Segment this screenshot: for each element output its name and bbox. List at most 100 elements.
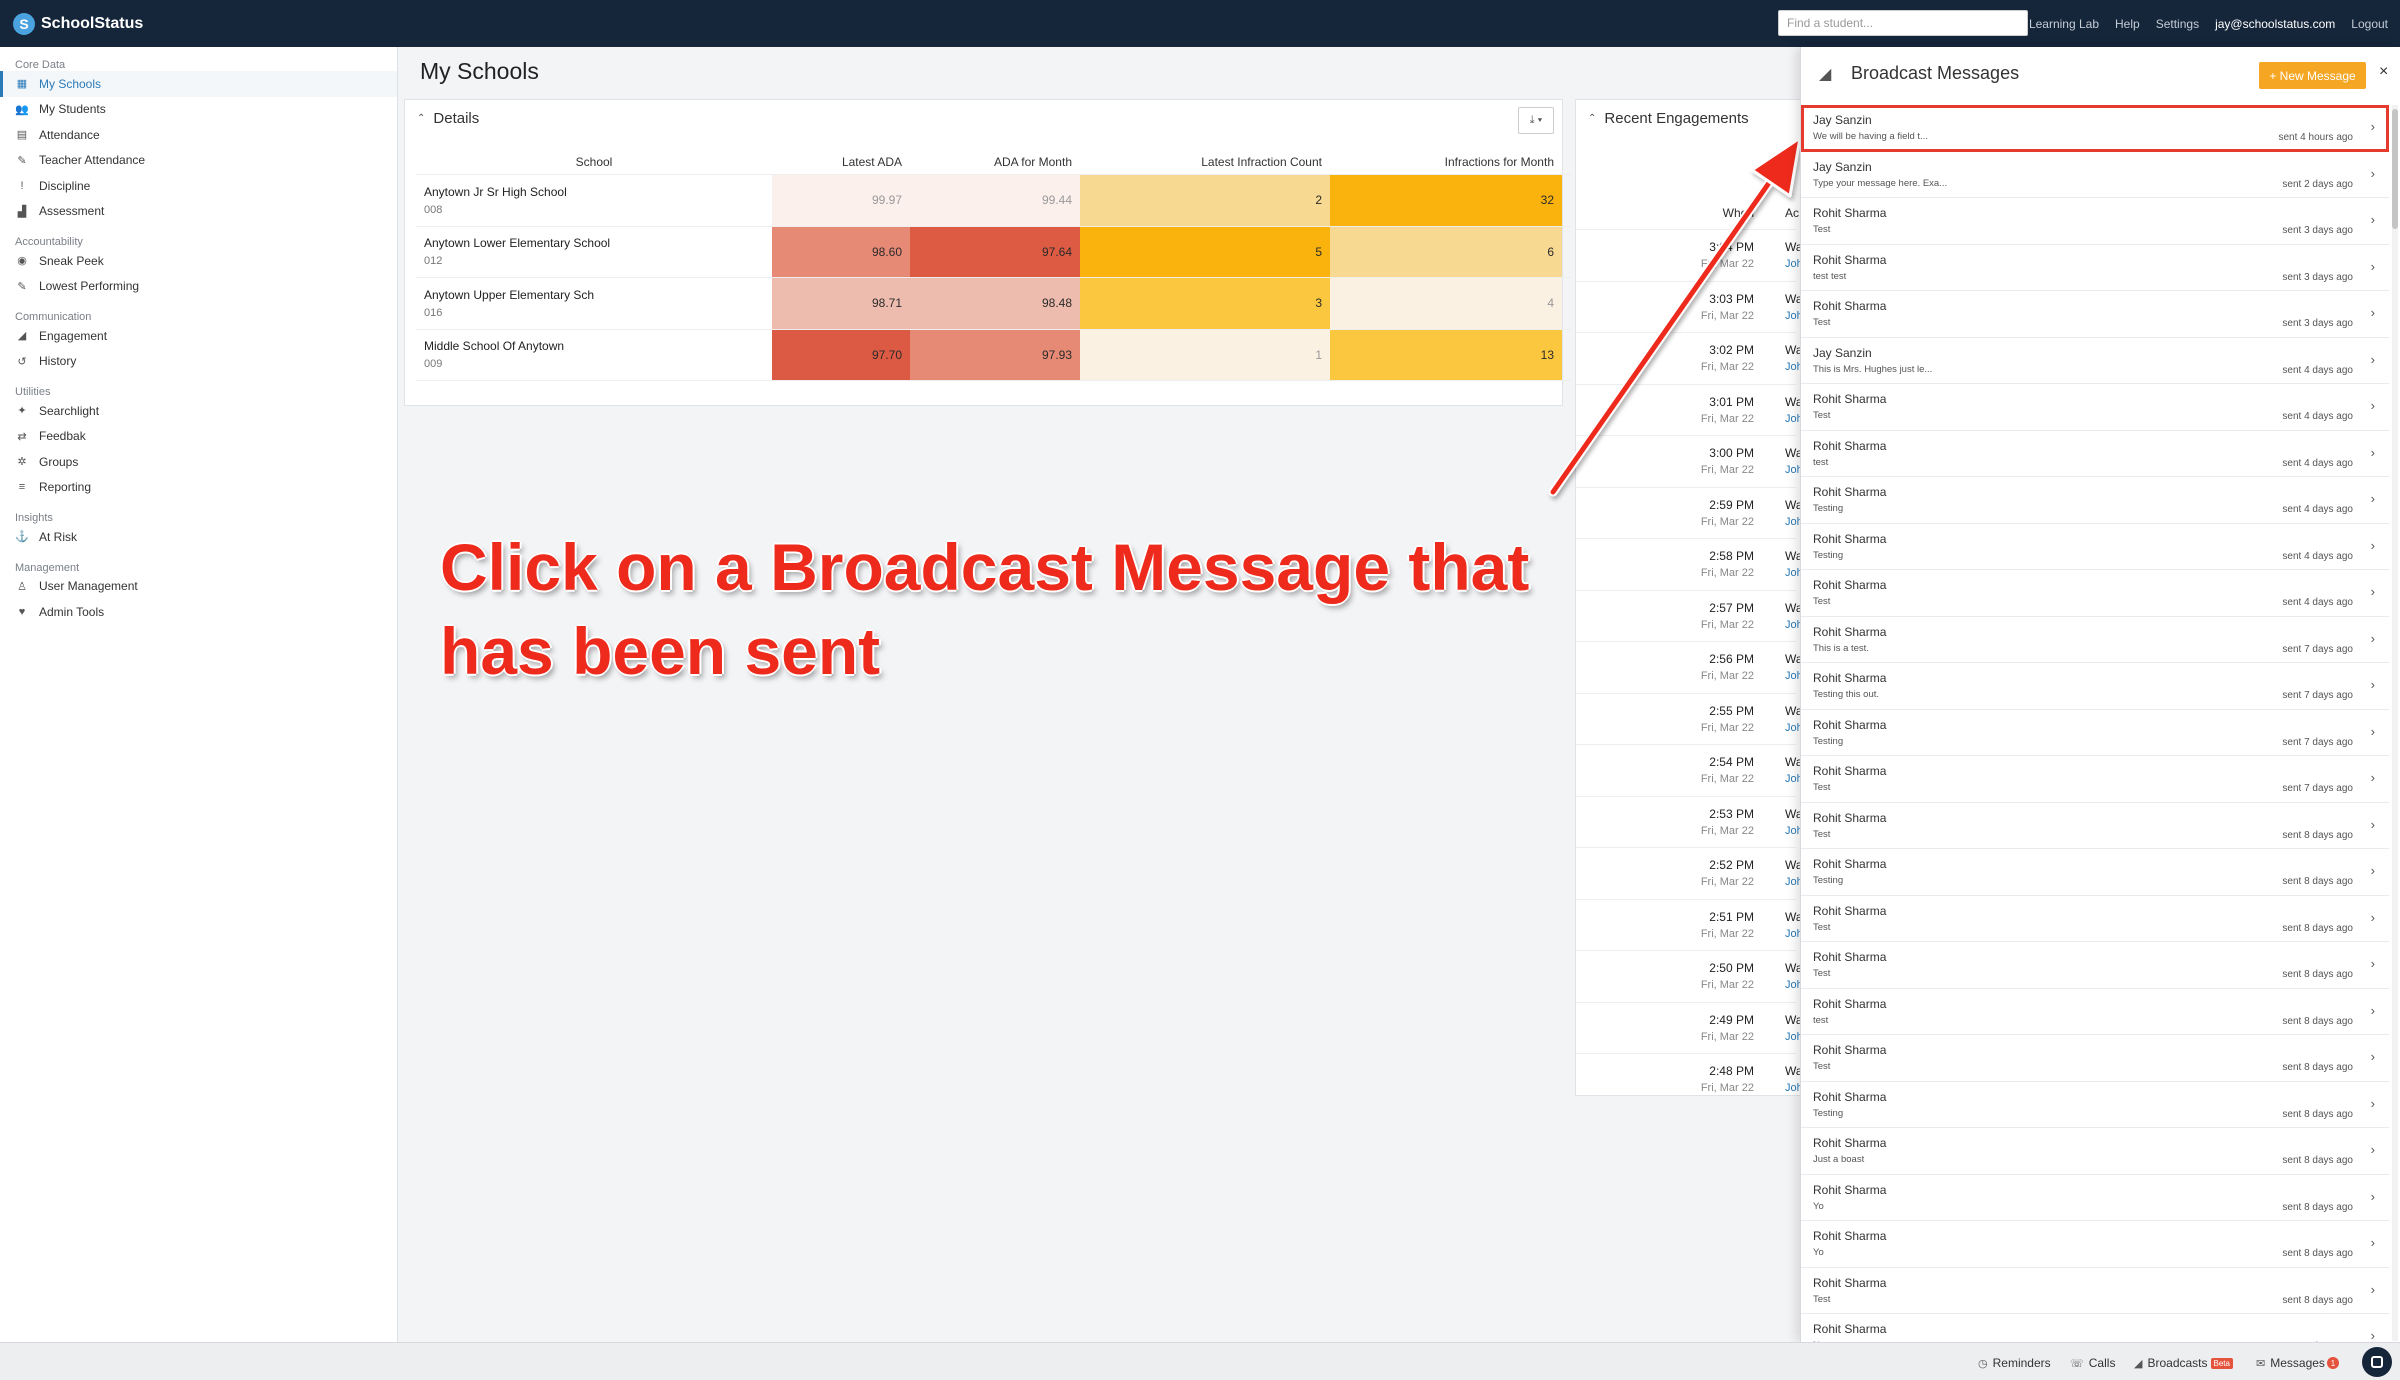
sidebar-item-sneak-peek[interactable]: ◉ Sneak Peek (0, 248, 397, 274)
engagement-row[interactable]: 3:00 PM Fri, Mar 22 Wa Joh (1576, 435, 1803, 487)
school-cell[interactable]: Anytown Jr Sr High School 008 (416, 175, 772, 226)
engagement-row[interactable]: 2:51 PM Fri, Mar 22 Wa Joh (1576, 898, 1803, 951)
engagement-row[interactable]: 2:55 PM Fri, Mar 22 Wa Joh (1576, 692, 1803, 745)
sidebar-item-reporting[interactable]: ≡ Reporting (0, 475, 397, 501)
sidebar-item-my-schools[interactable]: ▦ My Schools (0, 71, 397, 97)
engagement-row[interactable]: 2:56 PM Fri, Mar 22 Wa Joh (1576, 641, 1803, 693)
broadcast-message-item[interactable]: Rohit Sharma test test sent 3 days ago › (1801, 245, 2389, 291)
broadcast-message-item[interactable]: Rohit Sharma Test sent 3 days ago › (1801, 291, 2389, 338)
engagement-row[interactable]: 2:58 PM Fri, Mar 22 Wa Joh (1576, 538, 1803, 590)
engagement-row[interactable]: 2:57 PM Fri, Mar 22 Wa Joh (1576, 589, 1803, 642)
engagements-card-header[interactable]: ⌃ Recent Engagements (1588, 110, 1749, 127)
column-header-school[interactable]: School (416, 150, 772, 174)
calls-button[interactable]: ☏ Calls (2070, 1356, 2115, 1370)
broadcast-message-item[interactable]: Rohit Sharma Testing sent 8 days ago › (1801, 849, 2389, 896)
sidebar-item-searchlight[interactable]: ✦ Searchlight (0, 398, 397, 424)
broadcast-message-item[interactable]: Rohit Sharma test sent 4 days ago › (1801, 431, 2389, 477)
school-name[interactable]: Middle School Of Anytown (424, 339, 764, 353)
logout-link[interactable]: Logout (2351, 17, 2388, 31)
school-cell[interactable]: Anytown Lower Elementary School 012 (416, 227, 772, 278)
broadcast-message-item[interactable]: Rohit Sharma Just a boast sent 8 days ago › (1801, 1128, 2389, 1175)
sidebar-item-admin-tools[interactable]: ♥ Admin Tools (0, 599, 397, 625)
broadcast-message-item[interactable]: Rohit Sharma Test sent 3 days ago › (1801, 198, 2389, 245)
school-cell[interactable]: Anytown Upper Elementary Sch 016 (416, 278, 772, 329)
broadcast-message-item[interactable]: Rohit SharmaNewsent 8 days ago› (1801, 1314, 2389, 1342)
new-message-button[interactable]: + New Message (2259, 62, 2366, 89)
column-header-latest-ada[interactable]: Latest ADA (772, 150, 910, 174)
column-header-infractions-for-month[interactable]: Infractions for Month (1330, 150, 1562, 174)
sidebar-item-history[interactable]: ↺ History (0, 349, 397, 375)
sidebar-item-lowest-performing[interactable]: ✎ Lowest Performing (0, 274, 397, 300)
table-row[interactable]: Middle School Of Anytown 009 97.70 97.93 1 13 (416, 329, 1572, 381)
sidebar-item-discipline[interactable]: ! Discipline (0, 173, 397, 199)
close-icon[interactable]: × (2379, 63, 2388, 81)
school-cell[interactable]: Middle School Of Anytown 009 (416, 330, 772, 381)
engagement-row[interactable]: 3:02 PM Fri, Mar 22 Wa Joh (1576, 332, 1803, 384)
sidebar-item-engagement[interactable]: ◢ Engagement (0, 323, 397, 349)
sidebar-item-groups[interactable]: ✲ Groups (0, 449, 397, 475)
broadcast-message-item[interactable]: Rohit Sharma Test sent 8 days ago › (1801, 1268, 2389, 1314)
broadcast-message-item[interactable]: Rohit Sharma Test sent 8 days ago › (1801, 942, 2389, 989)
engagement-row[interactable]: 2:52 PM Fri, Mar 22 Wa Joh (1576, 847, 1803, 899)
broadcast-message-item[interactable]: Rohit Sharma Testing sent 4 days ago › (1801, 524, 2389, 570)
details-card-header[interactable]: ⌃ Details (417, 110, 479, 127)
sidebar-item-feedbak[interactable]: ⇄ Feedbak (0, 424, 397, 450)
chevron-right-icon: › (2370, 1281, 2375, 1297)
scrollbar-thumb[interactable] (2392, 109, 2398, 229)
support-chat-button[interactable] (2362, 1347, 2392, 1377)
broadcast-message-item[interactable]: Rohit Sharma This is a test. sent 7 days a… (1801, 617, 2389, 663)
broadcast-message-item[interactable]: Rohit Sharma Test sent 4 days ago › (1801, 384, 2389, 431)
settings-link[interactable]: Settings (2156, 17, 2199, 31)
table-row[interactable]: Anytown Upper Elementary Sch 016 98.71 98.4… (416, 278, 1572, 330)
broadcasts-button[interactable]: ◢ Broadcasts Beta (2134, 1356, 2233, 1370)
sidebar-item-attendance[interactable]: ▤ Attendance (0, 122, 397, 148)
sidebar-item-assessment[interactable]: ▟ Assessment (0, 199, 397, 225)
broadcast-message-item[interactable]: Jay Sanzin This is Mrs. Hughes just le...… (1801, 338, 2389, 384)
message-sent-time: sent 4 days ago (2282, 411, 2353, 422)
reminders-button[interactable]: ◷ Reminders (1978, 1356, 2051, 1370)
user-email-link[interactable]: jay@schoolstatus.com (2215, 17, 2335, 31)
engagement-row[interactable]: 2:59 PM Fri, Mar 22 Wa Joh (1576, 486, 1803, 539)
broadcast-message-item[interactable]: Rohit Sharma Yo sent 8 days ago › (1801, 1221, 2389, 1268)
metric-cell: 97.70 (772, 329, 910, 380)
engagement-row[interactable]: 2:50 PM Fri, Mar 22 Wa Joh (1576, 950, 1803, 1002)
messages-button[interactable]: ✉ Messages 1 (2256, 1356, 2339, 1370)
broadcast-message-item[interactable]: Rohit Sharma Testing sent 8 days ago › (1801, 1082, 2389, 1128)
school-name[interactable]: Anytown Jr Sr High School (424, 185, 764, 199)
table-row[interactable]: Anytown Jr Sr High School 008 99.97 99.44 2 3… (416, 175, 1572, 227)
broadcast-message-item[interactable]: Rohit Sharma Yo sent 8 days ago › (1801, 1175, 2389, 1221)
engagement-row[interactable]: 2:49 PM Fri, Mar 22 Wa Joh (1576, 1001, 1803, 1054)
broadcast-message-item[interactable]: Rohit Sharma Testing this out. sent 7 days… (1801, 663, 2389, 710)
engagement-row[interactable]: 2:53 PM Fri, Mar 22 Wa Joh (1576, 795, 1803, 848)
sidebar-item-at-risk[interactable]: ⚓ At Risk (0, 524, 397, 550)
table-row[interactable]: Anytown Lower Elementary School 012 98.60 9… (416, 226, 1572, 278)
broadcast-message-item[interactable]: Rohit Sharma test sent 8 days ago › (1801, 989, 2389, 1035)
broadcast-message-item[interactable]: Rohit Sharma Test sent 8 days ago › (1801, 1035, 2389, 1082)
column-header-ada-for-month[interactable]: ADA for Month (910, 150, 1080, 174)
column-header-latest-infraction-count[interactable]: Latest Infraction Count (1080, 150, 1330, 174)
sidebar-item-user-management[interactable]: ♙ User Management (0, 574, 397, 600)
engagement-row[interactable]: 2:48 PM Fri, Mar 22 Wa Joh (1576, 1053, 1803, 1105)
broadcast-message-item[interactable]: Rohit Sharma Test sent 7 days ago › (1801, 756, 2389, 803)
export-button[interactable]: ⤓ ▾ (1518, 107, 1554, 134)
school-name[interactable]: Anytown Lower Elementary School (424, 236, 764, 250)
student-search-input[interactable] (1778, 10, 2028, 36)
engagement-row[interactable]: 2:54 PM Fri, Mar 22 Wa Joh (1576, 744, 1803, 796)
sidebar-item-my-students[interactable]: 👥 My Students (0, 97, 397, 123)
sidebar-item-teacher-attendance[interactable]: ✎ Teacher Attendance (0, 148, 397, 174)
broadcast-message-item[interactable]: Rohit Sharma Testing sent 7 days ago › (1801, 710, 2389, 756)
learning-lab-link[interactable]: Learning Lab (2029, 17, 2099, 31)
broadcast-message-item[interactable]: Rohit Sharma Test sent 8 days ago › (1801, 803, 2389, 849)
broadcast-message-item[interactable]: Jay Sanzin Type your message here. Exa...… (1801, 152, 2389, 198)
engagement-row[interactable]: 3:04 PM Fri, Mar 22 Wa Joh (1576, 229, 1803, 281)
broadcast-message-item[interactable]: Rohit Sharma Test sent 8 days ago › (1801, 896, 2389, 942)
engagement-row[interactable]: 3:03 PM Fri, Mar 22 Wa Joh (1576, 280, 1803, 333)
broadcast-message-item-highlighted[interactable]: Jay Sanzin We will be having a field t...… (1801, 105, 2389, 152)
engagement-row[interactable]: 3:01 PM Fri, Mar 22 Wa Joh (1576, 383, 1803, 436)
help-link[interactable]: Help (2115, 17, 2140, 31)
broadcast-message-item[interactable]: Rohit Sharma Testing sent 4 days ago › (1801, 477, 2389, 524)
scrollbar-track[interactable] (2392, 105, 2398, 1341)
broadcast-message-item[interactable]: Rohit Sharma Test sent 4 days ago › (1801, 570, 2389, 617)
logo[interactable]: S SchoolStatus (13, 12, 143, 35)
school-name[interactable]: Anytown Upper Elementary Sch (424, 288, 764, 302)
